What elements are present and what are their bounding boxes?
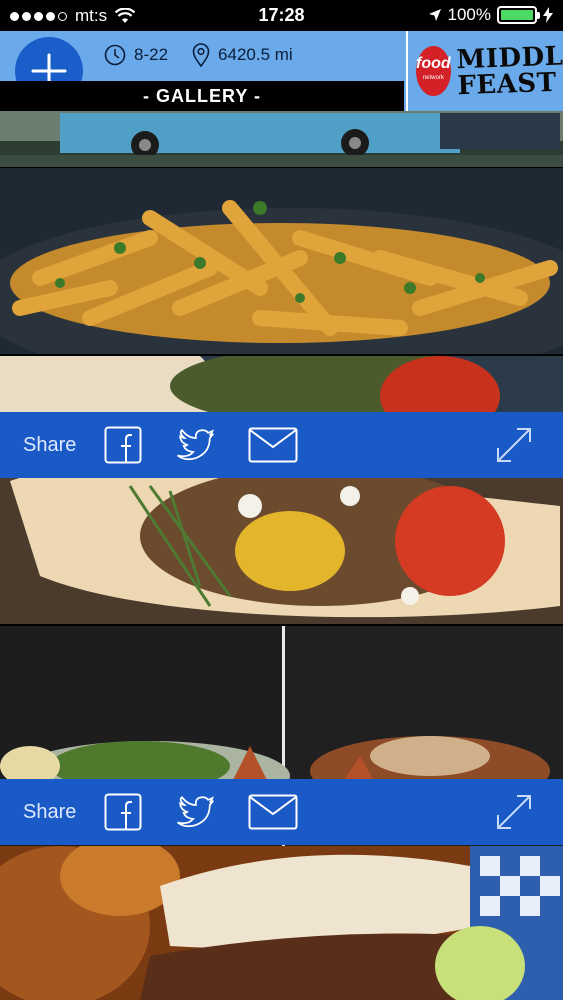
facebook-icon <box>104 793 142 831</box>
twitter-share-button[interactable] <box>175 425 215 465</box>
envelope-icon <box>248 427 298 463</box>
share-bar: Share <box>0 412 563 478</box>
gallery-photo-wrap[interactable] <box>0 356 563 624</box>
twitter-icon <box>177 429 214 461</box>
share-label: Share <box>23 433 77 456</box>
hours-text: 8-22 <box>134 45 169 64</box>
facebook-share-button[interactable] <box>103 425 143 465</box>
twitter-share-button[interactable] <box>175 792 215 832</box>
charging-icon <box>543 7 553 23</box>
gallery-photo-fries[interactable] <box>0 168 563 354</box>
expand-icon[interactable] <box>495 793 533 831</box>
distance: 6420.5 mi <box>192 43 293 67</box>
envelope-icon <box>248 794 298 830</box>
page-title: - GALLERY - <box>0 81 404 111</box>
app-header: 8-22 6420.5 mi - GALLERY - food network … <box>0 31 563 111</box>
distance-text: 6420.5 mi <box>218 45 293 64</box>
food-network-logo: food network <box>416 46 451 96</box>
battery-percent: 100% <box>447 5 491 24</box>
brand-area: food network MIDDLE FEAST <box>406 31 563 111</box>
twitter-icon <box>177 796 214 828</box>
gallery-photo-burger[interactable] <box>0 846 563 1000</box>
location-arrow-icon <box>428 9 441 21</box>
clock-icon <box>104 44 126 66</box>
expand-icon[interactable] <box>495 426 533 464</box>
share-label: Share <box>23 800 77 823</box>
email-share-button[interactable] <box>247 792 299 832</box>
battery-icon <box>497 6 540 24</box>
opening-hours: 8-22 <box>104 44 168 66</box>
email-share-button[interactable] <box>247 425 299 465</box>
status-bar: mt:s 17:28 100% <box>0 0 563 31</box>
facebook-icon <box>104 426 142 464</box>
facebook-share-button[interactable] <box>103 792 143 832</box>
gallery-photo-truck[interactable] <box>0 111 563 167</box>
location-pin-icon <box>192 43 210 67</box>
brand-name: MIDDLE FEAST <box>455 40 563 102</box>
share-bar: Share <box>0 779 563 845</box>
